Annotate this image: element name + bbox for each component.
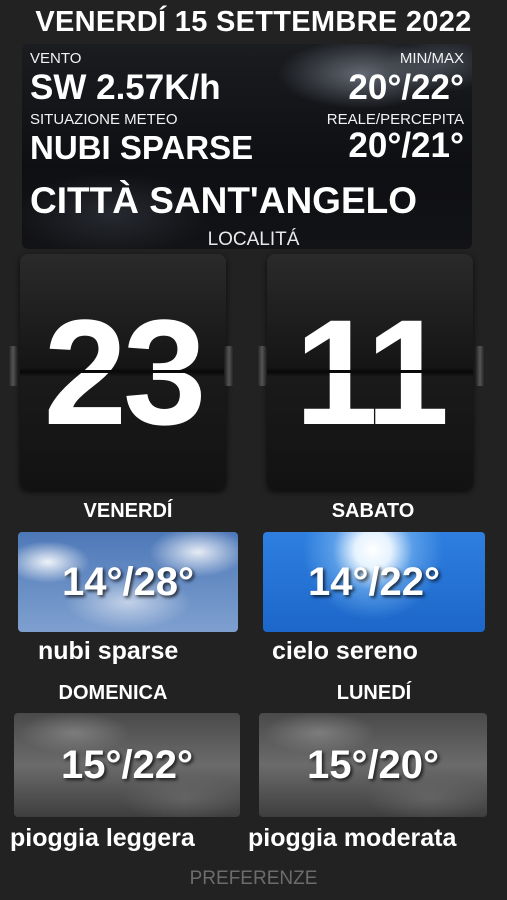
forecast-card-2[interactable]: 14°/22° xyxy=(263,532,485,632)
flip-clock-minutes: 11 xyxy=(267,254,473,490)
forecast-day-3-label: DOMENICA xyxy=(58,682,168,704)
preferences-button[interactable]: PREFERENZE xyxy=(0,868,507,890)
flip-seam xyxy=(20,370,226,373)
flip-clock-hours: 23 xyxy=(20,254,226,490)
hinge-center-left xyxy=(224,346,234,386)
forecast-temps: 14°/22° xyxy=(307,559,441,604)
forecast-temps: 15°/20° xyxy=(306,742,440,787)
hinge-left xyxy=(8,346,18,386)
wind-value: SW 2.57K/h xyxy=(30,68,221,107)
forecast-card-3[interactable]: 15°/22° xyxy=(14,713,240,817)
forecast-desc-3: pioggia leggera xyxy=(10,824,195,852)
forecast-day-1-label: VENERDÍ xyxy=(83,500,173,522)
forecast-card-4[interactable]: 15°/20° xyxy=(259,713,487,817)
forecast-desc-1: nubi sparse xyxy=(38,637,179,665)
hinge-right xyxy=(475,346,485,386)
real-perceived-value: 20°/21° xyxy=(348,126,464,165)
forecast-temps: 15°/22° xyxy=(60,742,194,787)
forecast-day-2-label: SABATO xyxy=(331,500,415,522)
forecast-temps: 14°/28° xyxy=(61,559,195,604)
flip-seam xyxy=(267,370,473,373)
date-title: VENERDÍ 15 SETTEMBRE 2022 xyxy=(35,6,472,38)
city-name: CITTÀ SANT'ANGELO xyxy=(30,180,418,221)
minmax-value: 20°/22° xyxy=(348,68,464,107)
wind-label: VENTO xyxy=(30,50,82,67)
condition-value: NUBI SPARSE xyxy=(30,129,254,166)
condition-label: SITUAZIONE METEO xyxy=(30,111,178,128)
forecast-day-4-label: LUNEDÍ xyxy=(336,682,412,704)
forecast-desc-4: pioggia moderata xyxy=(248,824,457,852)
hinge-center-right xyxy=(257,346,267,386)
forecast-desc-2: cielo sereno xyxy=(272,637,418,665)
forecast-card-1[interactable]: 14°/28° xyxy=(18,532,238,632)
current-weather-panel: VENTO MIN/MAX SW 2.57K/h 20°/22° SITUAZI… xyxy=(22,44,472,249)
minmax-label: MIN/MAX xyxy=(399,50,464,67)
location-label: LOCALITÁ xyxy=(207,229,300,250)
